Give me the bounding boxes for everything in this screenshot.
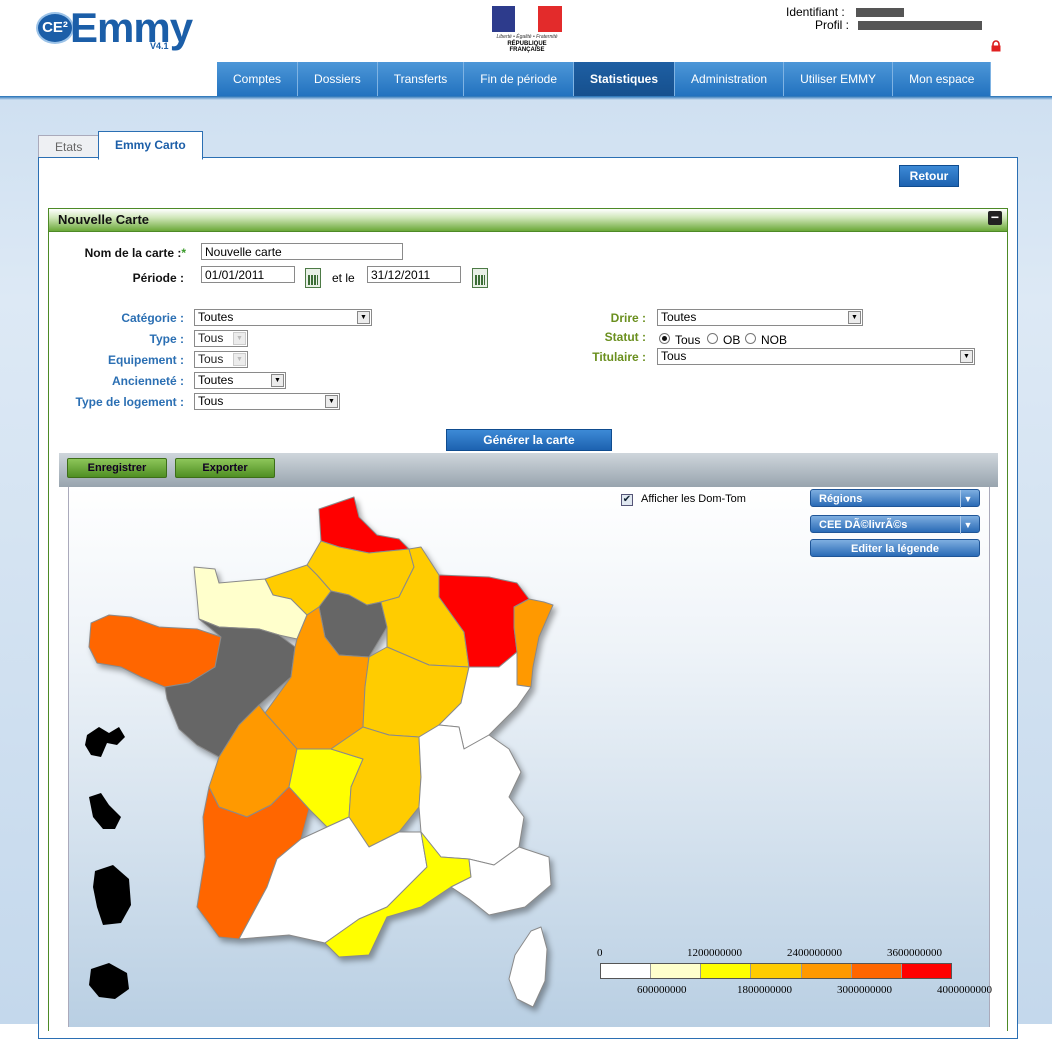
legend-swatch bbox=[900, 964, 951, 978]
categorie-select[interactable]: Toutes ▼ bbox=[194, 309, 372, 326]
domtom-reunion[interactable] bbox=[89, 963, 129, 999]
legend-swatch bbox=[850, 964, 901, 978]
profil-value-redacted bbox=[858, 21, 982, 30]
nav-administration[interactable]: Administration bbox=[675, 62, 785, 96]
legend-bottom-label: 3000000000 bbox=[837, 984, 892, 996]
identifiant-label: Identifiant : bbox=[786, 5, 845, 19]
tab-etats[interactable]: Etats bbox=[38, 135, 100, 158]
drire-label: Drire : bbox=[610, 311, 646, 325]
collapse-icon[interactable]: − bbox=[988, 210, 1002, 225]
enregistrer-button[interactable]: Enregistrer bbox=[67, 458, 167, 478]
section-title: Nouvelle Carte bbox=[58, 212, 150, 227]
domtom-group bbox=[85, 727, 131, 999]
region-alsace[interactable] bbox=[513, 598, 554, 688]
type-select[interactable]: Tous ▼ bbox=[194, 330, 248, 347]
main-nav: Comptes Dossiers Transferts Fin de pério… bbox=[217, 62, 992, 96]
nav-comptes[interactable]: Comptes bbox=[217, 62, 299, 96]
chevron-down-icon: ▼ bbox=[357, 311, 370, 324]
titulaire-label: Titulaire : bbox=[592, 350, 646, 364]
legend-swatch bbox=[800, 964, 851, 978]
editer-legende-button[interactable]: Editer la légende bbox=[810, 539, 980, 557]
statut-tous-label: Tous bbox=[675, 333, 701, 347]
periode-label: Période : bbox=[132, 271, 184, 285]
legend-bottom-label: 1800000000 bbox=[737, 984, 792, 996]
region-corse[interactable] bbox=[508, 926, 548, 1008]
titulaire-select[interactable]: Tous ▼ bbox=[657, 348, 975, 365]
domtom-martinique[interactable] bbox=[89, 793, 121, 829]
legend-swatch bbox=[650, 964, 701, 978]
equipement-select[interactable]: Tous ▼ bbox=[194, 351, 248, 368]
section-header bbox=[48, 208, 1008, 232]
logo-version: V4.1 bbox=[150, 41, 169, 51]
statut-nob-label: NOB bbox=[761, 333, 788, 347]
legend-top-label: 3600000000 bbox=[887, 947, 942, 959]
profil-label: Profil : bbox=[815, 18, 850, 32]
domtom-guyane[interactable] bbox=[93, 865, 131, 925]
marianne-flag-icon bbox=[492, 6, 562, 32]
nav-statistiques[interactable]: Statistiques bbox=[574, 62, 676, 96]
measure-dropdown[interactable]: CEE DÃ©livrÃ©s ▼ bbox=[810, 515, 980, 534]
nom-carte-input[interactable]: Nouvelle carte bbox=[201, 243, 403, 260]
nav-dossiers[interactable]: Dossiers bbox=[298, 62, 378, 96]
legend-bottom-label: 4000000000 bbox=[937, 984, 992, 996]
nav-fin-de-periode[interactable]: Fin de période bbox=[464, 62, 575, 96]
legend-top-label: 1200000000 bbox=[687, 947, 742, 959]
chevron-down-icon: ▼ bbox=[848, 311, 861, 324]
domtom-guadeloupe[interactable] bbox=[85, 727, 125, 757]
rf-motto: Liberté • Égalité • Fraternité bbox=[496, 34, 558, 40]
region-rhone-alpes[interactable] bbox=[418, 724, 525, 866]
type-logement-select[interactable]: Tous ▼ bbox=[194, 393, 340, 410]
statut-tous-radio[interactable] bbox=[659, 333, 670, 344]
statut-ob-radio[interactable] bbox=[707, 333, 718, 344]
tab-emmy-carto[interactable]: Emmy Carto bbox=[98, 131, 203, 160]
date-from-input[interactable]: 01/01/2011 bbox=[201, 266, 295, 283]
legend-top-label: 2400000000 bbox=[787, 947, 842, 959]
statut-label: Statut : bbox=[604, 330, 646, 344]
legend-swatch bbox=[750, 964, 801, 978]
statut-ob-label: OB bbox=[723, 333, 741, 347]
nom-label: Nom de la carte :* bbox=[84, 246, 186, 260]
type-label: Type : bbox=[149, 332, 184, 346]
map-canvas: ✔ Afficher les Dom-Tom Régions ▼ CEE DÃ©l… bbox=[68, 487, 992, 1027]
statut-nob-radio[interactable] bbox=[745, 333, 756, 344]
chevron-down-icon: ▼ bbox=[271, 374, 284, 387]
exporter-button[interactable]: Exporter bbox=[175, 458, 275, 478]
categorie-label: Catégorie : bbox=[121, 311, 184, 325]
legend-swatch bbox=[601, 964, 651, 978]
logo[interactable]: Emmy bbox=[70, 4, 193, 52]
logo-badge: CE² bbox=[36, 12, 74, 44]
chevron-down-icon: ▼ bbox=[960, 490, 975, 508]
republique-francaise-logo: Liberté • Égalité • Fraternité RÉPUBLIQU… bbox=[490, 6, 564, 53]
rf-name: RÉPUBLIQUE FRANÇAISE bbox=[507, 41, 547, 53]
legend-bottom-label: 600000000 bbox=[637, 984, 687, 996]
nav-utiliser-emmy[interactable]: Utiliser EMMY bbox=[784, 62, 894, 96]
domtom-label: Afficher les Dom-Tom bbox=[641, 493, 746, 505]
legend-swatch bbox=[700, 964, 751, 978]
nav-transferts[interactable]: Transferts bbox=[377, 62, 465, 96]
retour-button[interactable]: Retour bbox=[899, 165, 959, 187]
logout-lock-icon[interactable] bbox=[990, 40, 1002, 52]
legend-color-scale bbox=[600, 963, 952, 979]
chevron-down-icon: ▼ bbox=[325, 395, 338, 408]
regions-dropdown[interactable]: Régions ▼ bbox=[810, 489, 980, 508]
drire-select[interactable]: Toutes ▼ bbox=[657, 309, 863, 326]
france-map bbox=[85, 496, 554, 1008]
anciennete-select[interactable]: Toutes ▼ bbox=[194, 372, 286, 389]
chevron-down-icon: ▼ bbox=[960, 516, 975, 534]
equipement-label: Equipement : bbox=[107, 353, 184, 367]
type-logement-label: Type de logement : bbox=[75, 395, 184, 409]
date-to-input[interactable]: 31/12/2011 bbox=[367, 266, 461, 283]
chevron-down-icon: ▼ bbox=[233, 353, 246, 366]
generer-carte-button[interactable]: Générer la carte bbox=[446, 429, 612, 451]
calendar-icon[interactable] bbox=[305, 268, 321, 288]
et-le-label: et le bbox=[332, 271, 355, 285]
chevron-down-icon: ▼ bbox=[233, 332, 246, 345]
calendar-icon[interactable] bbox=[472, 268, 488, 288]
domtom-checkbox[interactable]: ✔ bbox=[621, 494, 633, 506]
nav-mon-espace[interactable]: Mon espace bbox=[893, 62, 992, 96]
chevron-down-icon: ▼ bbox=[960, 350, 973, 363]
anciennete-label: Ancienneté : bbox=[111, 374, 184, 388]
legend-top-label: 0 bbox=[597, 947, 603, 959]
identifiant-value-redacted bbox=[856, 8, 904, 17]
